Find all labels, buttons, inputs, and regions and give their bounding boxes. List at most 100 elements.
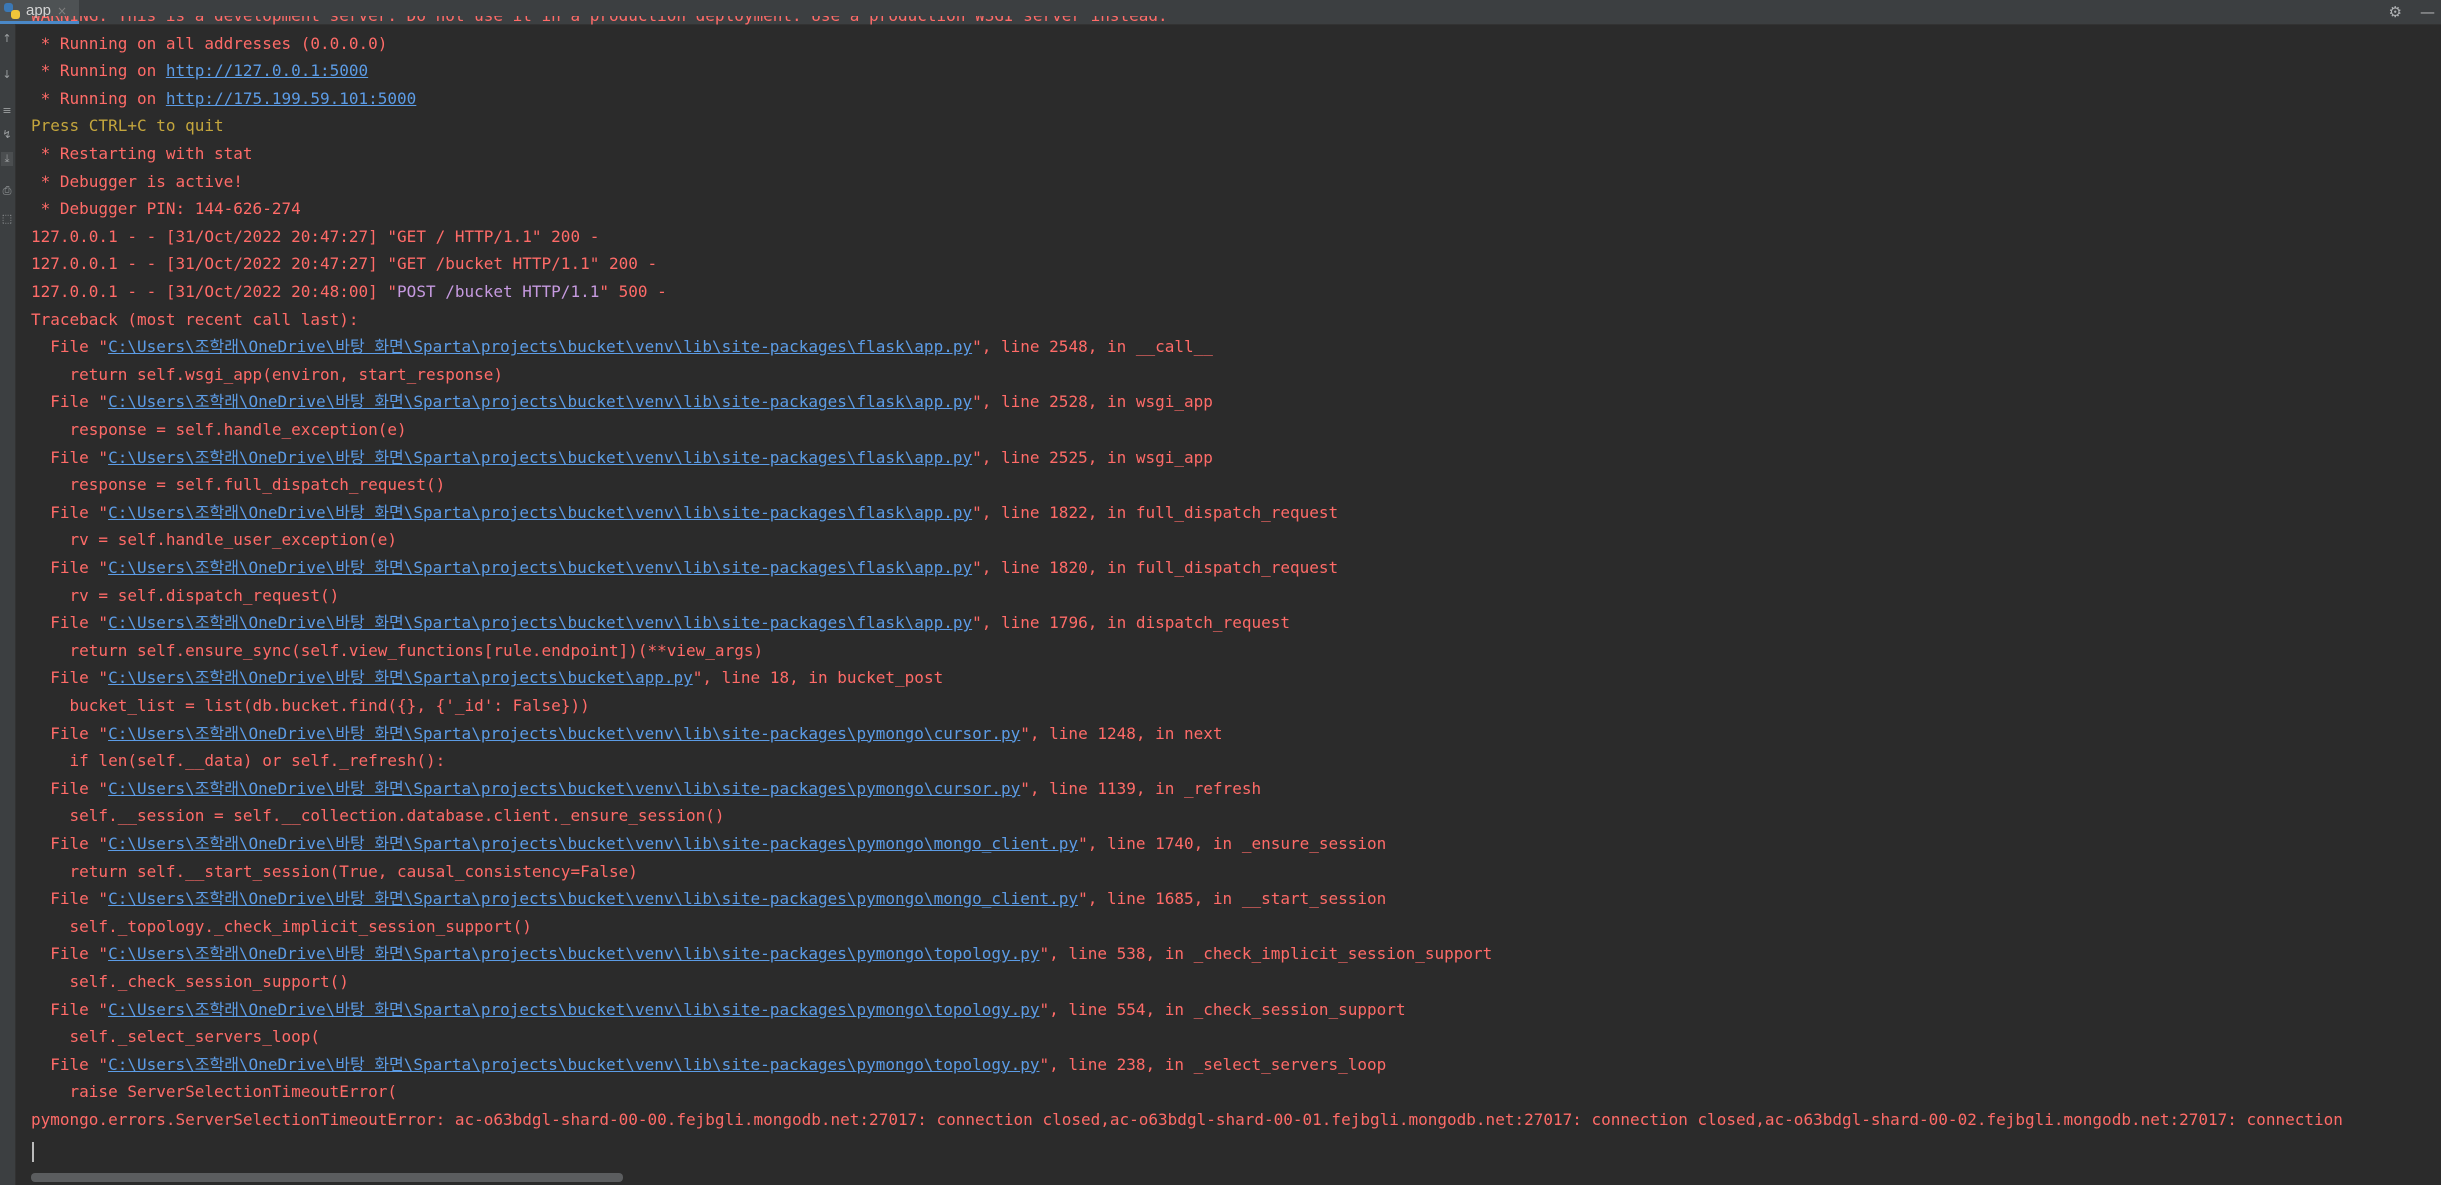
file-link[interactable]: C:\Users\조학래\OneDrive\바탕 화면\Sparta\proje…	[108, 1055, 1039, 1074]
console-text: ", line 1139, in _refresh	[1020, 778, 1262, 798]
console-line: * Restarting with stat	[31, 144, 253, 164]
console-text: return self.__start_session(True, causal…	[31, 861, 638, 881]
file-link[interactable]: C:\Users\조학래\OneDrive\바탕 화면\Sparta\proje…	[108, 337, 972, 356]
soft-wrap-icon[interactable]: ≡	[1, 104, 13, 118]
console-line: File "C:\Users\조학래\OneDrive\바탕 화면\Sparta…	[31, 668, 943, 688]
console-line: WARNING: This is a development server. D…	[31, 16, 1168, 26]
console-line: 127.0.0.1 - - [31/Oct/2022 20:47:27] "GE…	[31, 254, 657, 274]
console-text: ", line 1820, in full_dispatch_request	[972, 558, 1339, 577]
console-line: File "C:\Users\조학래\OneDrive\바탕 화면\Sparta…	[31, 337, 1213, 357]
scroll-to-end-icon[interactable]: ⤓	[1, 152, 13, 166]
console-line: response = self.full_dispatch_request()	[31, 475, 446, 495]
console-line: File "C:\Users\조학래\OneDrive\바탕 화면\Sparta…	[31, 723, 1223, 744]
console-text: ", line 1685, in __start_session	[1078, 889, 1387, 909]
console-text: File "	[31, 1054, 109, 1074]
scroll-up-icon[interactable]: ↑	[1, 32, 13, 46]
console-text: self._topology._check_implicit_session_s…	[31, 916, 532, 936]
console-line: File "C:\Users\조학래\OneDrive\바탕 화면\Sparta…	[31, 558, 1338, 578]
file-link[interactable]: C:\Users\조학래\OneDrive\바탕 화면\Sparta\proje…	[108, 558, 972, 577]
console-text: File "	[31, 337, 109, 357]
console-text: ", line 2548, in __call__	[972, 337, 1213, 357]
console-text: ", line 238, in _select_servers_loop	[1039, 1054, 1387, 1074]
console-line: File "C:\Users\조학래\OneDrive\바탕 화면\Sparta…	[31, 503, 1338, 523]
console-text: rv = self.handle_user_exception(e)	[31, 530, 398, 550]
file-link[interactable]: C:\Users\조학래\OneDrive\바탕 화면\Sparta\proje…	[108, 944, 1039, 963]
console-line: File "C:\Users\조학래\OneDrive\바탕 화면\Sparta…	[31, 889, 1386, 909]
console-line: bucket_list = list(db.bucket.find({}, {'…	[31, 696, 590, 716]
file-link[interactable]: C:\Users\조학래\OneDrive\바탕 화면\Sparta\proje…	[108, 613, 972, 632]
console-line: 127.0.0.1 - - [31/Oct/2022 20:47:27] "GE…	[31, 227, 599, 247]
file-link[interactable]: C:\Users\조학래\OneDrive\바탕 화면\Sparta\proje…	[108, 779, 1020, 798]
console-line: File "C:\Users\조학래\OneDrive\바탕 화면\Sparta…	[31, 392, 1213, 412]
console-text: raise ServerSelectionTimeoutError(	[31, 1082, 398, 1102]
console-line: raise ServerSelectionTimeoutError(	[31, 1082, 398, 1102]
console-text: File "	[31, 999, 109, 1019]
console-text: 127.0.0.1 - - [31/Oct/2022 20:47:27] "GE…	[31, 254, 658, 274]
console-text: return self.ensure_sync(self.view_functi…	[31, 640, 764, 660]
console-text: ", line 1248, in next	[1020, 723, 1223, 743]
console-text: bucket_list = list(db.bucket.find({}, {'…	[31, 696, 590, 715]
console-line: File "C:\Users\조학래\OneDrive\바탕 화면\Sparta…	[31, 448, 1213, 468]
console-line: File "C:\Users\조학래\OneDrive\바탕 화면\Sparta…	[31, 834, 1386, 854]
file-link[interactable]: C:\Users\조학래\OneDrive\바탕 화면\Sparta\proje…	[108, 834, 1078, 853]
console-text: * Running on	[31, 88, 166, 108]
console-text: ", line 1796, in dispatch_request	[972, 613, 1290, 633]
console-text: File "	[31, 558, 109, 577]
console-line: Press CTRL+C to quit	[31, 116, 224, 136]
file-link[interactable]: C:\Users\조학래\OneDrive\바탕 화면\Sparta\proje…	[108, 503, 972, 522]
console-text: WARNING: This is a development server. D…	[31, 16, 1168, 25]
console-text: self._check_session_support()	[31, 972, 349, 991]
console-line: rv = self.handle_user_exception(e)	[31, 530, 398, 550]
console-text: ", line 554, in _check_session_support	[1039, 999, 1406, 1019]
console-text: response = self.handle_exception(e)	[31, 420, 407, 439]
print-icon[interactable]: ⎙	[1, 184, 13, 198]
file-link[interactable]: http://175.199.59.101:5000	[166, 89, 416, 108]
file-link[interactable]: C:\Users\조학래\OneDrive\바탕 화면\Sparta\proje…	[108, 448, 972, 467]
scroll-down-icon[interactable]: ↓	[1, 68, 13, 82]
console-text: if len(self.__data) or self._refresh():	[31, 751, 446, 771]
console-text: File "	[31, 889, 109, 909]
console-text: File "	[31, 668, 109, 688]
console-text: * Running on	[31, 61, 166, 81]
console-text: ", line 18, in bucket_post	[692, 668, 944, 688]
file-link[interactable]: http://127.0.0.1:5000	[166, 61, 368, 80]
file-link[interactable]: C:\Users\조학래\OneDrive\바탕 화면\Sparta\proje…	[108, 889, 1078, 908]
console-text: self.__session = self.__collection.datab…	[31, 806, 725, 826]
console-text: * Running on all addresses (0.0.0.0)	[31, 33, 388, 53]
file-link[interactable]: C:\Users\조학래\OneDrive\바탕 화면\Sparta\proje…	[108, 668, 693, 687]
console-text: ", line 2528, in wsgi_app	[972, 392, 1213, 412]
console-text: File "	[31, 502, 109, 522]
text-caret	[32, 1142, 34, 1162]
console-line: pymongo.errors.ServerSelectionTimeoutErr…	[31, 1110, 2343, 1130]
console-line: * Debugger PIN: 144-626-274	[31, 199, 301, 219]
console-text: ", line 2525, in wsgi_app	[972, 447, 1213, 467]
console-text: ", line 538, in _check_implicit_session_…	[1039, 944, 1493, 964]
console-line: * Running on http://175.199.59.101:5000	[31, 88, 417, 109]
horizontal-scrollbar[interactable]	[31, 1173, 623, 1182]
file-link[interactable]: C:\Users\조학래\OneDrive\바탕 화면\Sparta\proje…	[108, 724, 1020, 743]
console-line: Traceback (most recent call last):	[31, 310, 359, 330]
file-link[interactable]: C:\Users\조학래\OneDrive\바탕 화면\Sparta\proje…	[108, 1000, 1039, 1019]
console-text: File "	[31, 778, 109, 798]
console-text: 127.0.0.1 - - [31/Oct/2022 20:48:00] "	[31, 282, 398, 301]
console-text: File "	[31, 392, 109, 412]
console-line: * Running on http://127.0.0.1:5000	[31, 61, 369, 81]
console-line: self._topology._check_implicit_session_s…	[31, 917, 532, 937]
clear-all-icon[interactable]: ⬚	[1, 212, 13, 226]
console-output[interactable]: WARNING: This is a development server. D…	[17, 16, 2437, 1166]
console-text: ", line 1822, in full_dispatch_request	[972, 502, 1339, 522]
console-line: return self.wsgi_app(environ, start_resp…	[31, 365, 503, 385]
console-line: * Running on all addresses (0.0.0.0)	[31, 33, 388, 54]
console-line: * Debugger is active!	[31, 172, 243, 192]
console-text: return self.wsgi_app(environ, start_resp…	[31, 364, 504, 384]
console-text: rv = self.dispatch_request()	[31, 585, 340, 605]
console-text: 127.0.0.1 - - [31/Oct/2022 20:47:27] "GE…	[31, 226, 600, 246]
console-text: " 500 -	[599, 282, 667, 301]
console-line: if len(self.__data) or self._refresh():	[31, 751, 446, 771]
console-text: Traceback (most recent call last):	[31, 309, 359, 329]
run-tool-strip: ↑ ↓ ≡ ↯ ⤓ ⎙ ⬚	[0, 24, 16, 1185]
console-text: response = self.full_dispatch_request()	[31, 475, 446, 495]
file-link[interactable]: C:\Users\조학래\OneDrive\바탕 화면\Sparta\proje…	[108, 392, 972, 411]
console-text: * Restarting with stat	[31, 144, 253, 163]
restart-icon[interactable]: ↯	[1, 128, 13, 142]
